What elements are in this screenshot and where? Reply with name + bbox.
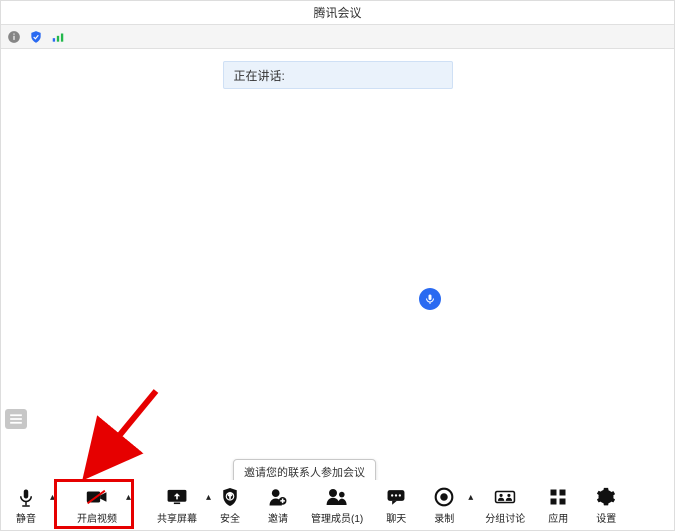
mute-label: 静音 [16, 510, 36, 525]
titlebar: 腾讯会议 [1, 1, 674, 25]
apps-button[interactable]: 应用 [543, 486, 573, 525]
manage-members-button[interactable]: 管理成员(1) [311, 486, 363, 525]
mic-icon [17, 487, 35, 507]
invite-tooltip-text: 邀请您的联系人参加会议 [244, 467, 365, 479]
shield-icon[interactable] [29, 30, 43, 44]
breakout-label: 分组讨论 [485, 510, 525, 525]
invite-label: 邀请 [268, 510, 288, 525]
apps-icon [549, 488, 567, 506]
speaking-indicator: 正在讲话: [223, 61, 453, 89]
settings-label: 设置 [596, 510, 616, 525]
record-icon [434, 487, 454, 507]
share-screen-button[interactable]: 共享屏幕 ▴ [157, 486, 197, 525]
panel-toggle-button[interactable] [5, 409, 27, 429]
invite-icon [268, 487, 288, 507]
share-label: 共享屏幕 [157, 510, 197, 525]
security-button[interactable]: 安全 [215, 486, 245, 525]
video-label: 开启视频 [77, 510, 117, 525]
breakout-icon [494, 488, 516, 506]
record-button[interactable]: 录制 ▴ [429, 486, 459, 525]
share-screen-icon [166, 488, 188, 506]
app-title: 腾讯会议 [313, 4, 361, 21]
members-icon [325, 487, 349, 507]
gear-icon [596, 487, 616, 507]
status-bar [1, 25, 674, 49]
chat-icon [386, 488, 406, 506]
chat-label: 聊天 [386, 510, 406, 525]
apps-label: 应用 [548, 510, 568, 525]
chevron-up-icon[interactable]: ▴ [50, 492, 55, 503]
info-icon[interactable] [7, 30, 21, 44]
chevron-up-icon[interactable]: ▴ [468, 492, 473, 503]
camera-off-icon [86, 488, 108, 506]
signal-icon[interactable] [51, 30, 65, 44]
record-label: 录制 [434, 510, 454, 525]
chevron-up-icon[interactable]: ▴ [126, 492, 131, 503]
members-label: 管理成员(1) [311, 510, 363, 525]
invite-button[interactable]: 邀请 [263, 486, 293, 525]
speaking-label: 正在讲话: [234, 67, 285, 84]
bottom-toolbar: 静音 ▴ 开启视频 ▴ 共享屏幕 ▴ 安全 邀请 管理成员(1) 聊天 录制 ▴… [1, 480, 674, 530]
security-label: 安全 [220, 510, 240, 525]
participant-mic-icon [419, 288, 441, 310]
security-icon [221, 487, 239, 507]
chevron-up-icon[interactable]: ▴ [206, 492, 211, 503]
breakout-button[interactable]: 分组讨论 [485, 486, 525, 525]
video-button[interactable]: 开启视频 ▴ [77, 486, 117, 525]
chat-button[interactable]: 聊天 [381, 486, 411, 525]
mute-button[interactable]: 静音 ▴ [11, 486, 41, 525]
settings-button[interactable]: 设置 [591, 486, 621, 525]
